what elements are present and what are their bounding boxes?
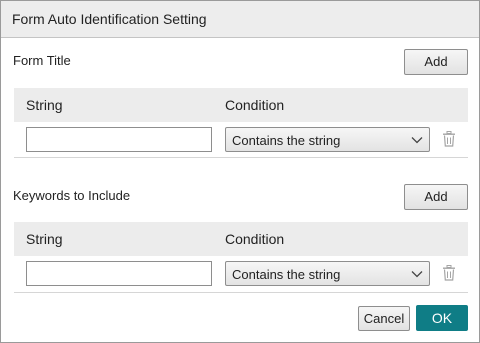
keywords-condition-select[interactable]: Contains the string <box>225 261 430 286</box>
string-column-header: String <box>26 97 63 113</box>
dialog-titlebar: Form Auto Identification Setting <box>1 1 479 38</box>
row-divider <box>14 292 468 293</box>
keywords-add-button[interactable]: Add <box>404 184 468 210</box>
cancel-button[interactable]: Cancel <box>358 306 410 331</box>
keywords-table-header: String Condition <box>14 222 468 256</box>
condition-select-value: Contains the string <box>232 267 341 282</box>
trash-icon[interactable] <box>442 131 456 147</box>
chevron-down-icon <box>411 137 423 144</box>
form-title-table-header: String Condition <box>14 88 468 122</box>
form-title-section-label: Form Title <box>13 53 71 68</box>
condition-select-value: Contains the string <box>232 133 341 148</box>
keywords-string-input[interactable] <box>26 261 212 286</box>
ok-button[interactable]: OK <box>416 305 468 331</box>
form-title-add-button[interactable]: Add <box>404 49 468 75</box>
form-auto-identification-dialog: Form Auto Identification Setting Form Ti… <box>0 0 480 343</box>
keywords-section-label: Keywords to Include <box>13 188 131 203</box>
condition-column-header: Condition <box>225 231 285 247</box>
chevron-down-icon <box>411 271 423 278</box>
form-title-condition-select[interactable]: Contains the string <box>225 127 430 152</box>
string-column-header: String <box>26 231 63 247</box>
trash-icon[interactable] <box>442 265 456 281</box>
dialog-title: Form Auto Identification Setting <box>12 11 207 27</box>
form-title-string-input[interactable] <box>26 127 212 152</box>
condition-column-header: Condition <box>225 97 285 113</box>
row-divider <box>14 157 468 158</box>
